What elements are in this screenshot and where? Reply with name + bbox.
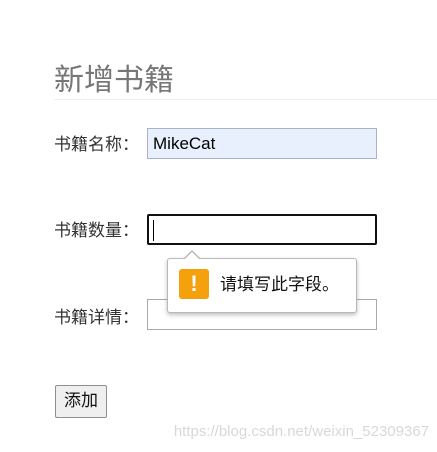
book-name-label: 书籍名称： <box>54 135 139 155</box>
warning-icon: ! <box>179 269 209 299</box>
book-name-input[interactable] <box>147 128 377 159</box>
add-button[interactable]: 添加 <box>55 385 107 418</box>
validation-message: 请填写此字段。 <box>220 275 339 295</box>
book-quantity-input[interactable] <box>147 214 377 245</box>
text-caret <box>153 220 154 241</box>
validation-tooltip: ! 请填写此字段。 <box>167 250 357 313</box>
book-quantity-label: 书籍数量： <box>54 221 139 241</box>
add-book-page: 新增书籍 书籍名称： 书籍数量： 书籍详情： 添加 ! 请填写此字段。 http… <box>0 0 437 452</box>
watermark: https://blog.csdn.net/weixin_52309367 <box>173 423 429 440</box>
title-divider <box>54 99 437 100</box>
page-title: 新增书籍 <box>54 63 174 99</box>
tooltip-arrow-inner <box>184 252 200 260</box>
book-detail-label: 书籍详情： <box>54 308 139 328</box>
